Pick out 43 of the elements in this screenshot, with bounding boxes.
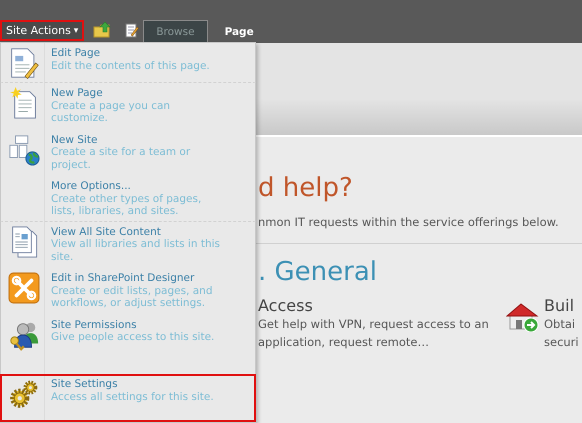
offering-description: Get help with VPN, request access to an application, request remote… (258, 316, 490, 351)
site-globe-icon (8, 134, 40, 166)
menu-item[interactable]: View All Site Content View all libraries and lists in this site. (0, 222, 256, 268)
offering-description: Obtai securi (544, 316, 580, 351)
offering-title[interactable]: Access (258, 296, 493, 315)
menu-item[interactable]: Site Permissions Give people access to this site. (0, 314, 256, 356)
menu-item-title: Site Permissions (51, 318, 138, 331)
folder-upload-icon[interactable] (93, 21, 112, 38)
intro-text: nmon IT requests within the service offerings below. (258, 215, 560, 229)
page-pencil-icon (8, 47, 40, 79)
menu-item[interactable]: Edit in SharePoint Designer Create or edit lists, pages, and workflows, or adjust settings. (0, 268, 256, 314)
tools-icon (8, 272, 40, 304)
menu-item-title: Site Settings (51, 378, 119, 390)
menu-item-description: Create other types of pages, lists, libraries, and sites. (51, 192, 202, 218)
menu-item-title: More Options... (51, 180, 132, 192)
menu-item[interactable]: New Page Create a page you can customize. (0, 83, 256, 130)
menu-item[interactable]: Edit Page Edit the contents of this page. (0, 43, 256, 83)
documents-icon (10, 226, 38, 258)
menu-item-title: New Site (51, 134, 98, 146)
menu-item[interactable]: New Site Create a site for a team or project. (0, 130, 256, 176)
menu-item[interactable]: Site Settings Access all settings for this site. (0, 374, 256, 422)
menu-item-title: New Page (51, 87, 104, 100)
menu-item[interactable]: More Options... Create other types of pages, lists, libraries, and sites. (0, 176, 256, 222)
menu-item-title: View All Site Content (51, 226, 162, 238)
menu-item-description: Access all settings for this site. (51, 390, 215, 403)
ribbon-tab[interactable]: Page (212, 20, 267, 43)
menu-item-description: Create or edit lists, pages, and workflows, or adjust settings. (51, 284, 214, 310)
menu-item-description: Edit the contents of this page. (51, 60, 211, 72)
menu-item-title: Edit in SharePoint Designer (51, 272, 196, 284)
menu-item-description: View all libraries and lists in this site. (51, 238, 222, 263)
ribbon-tab[interactable]: Browse (143, 20, 208, 43)
section-title: . General (258, 256, 378, 289)
gears-icon (8, 378, 40, 410)
menu-item-title: Edit Page (51, 47, 102, 60)
site-actions-button[interactable]: Site Actions ▾ (0, 20, 84, 41)
menu-item-description: Give people access to this site. (51, 331, 216, 344)
menu-item-description: Create a site for a team or project. (51, 146, 192, 171)
offering-title[interactable]: Buil (544, 296, 580, 315)
page-heading: d help? (258, 172, 354, 205)
edit-page-icon[interactable] (125, 23, 140, 38)
new-page-icon (10, 87, 38, 119)
house-icon (506, 302, 540, 332)
menu-item-description: Create a page you can customize. (51, 100, 172, 124)
